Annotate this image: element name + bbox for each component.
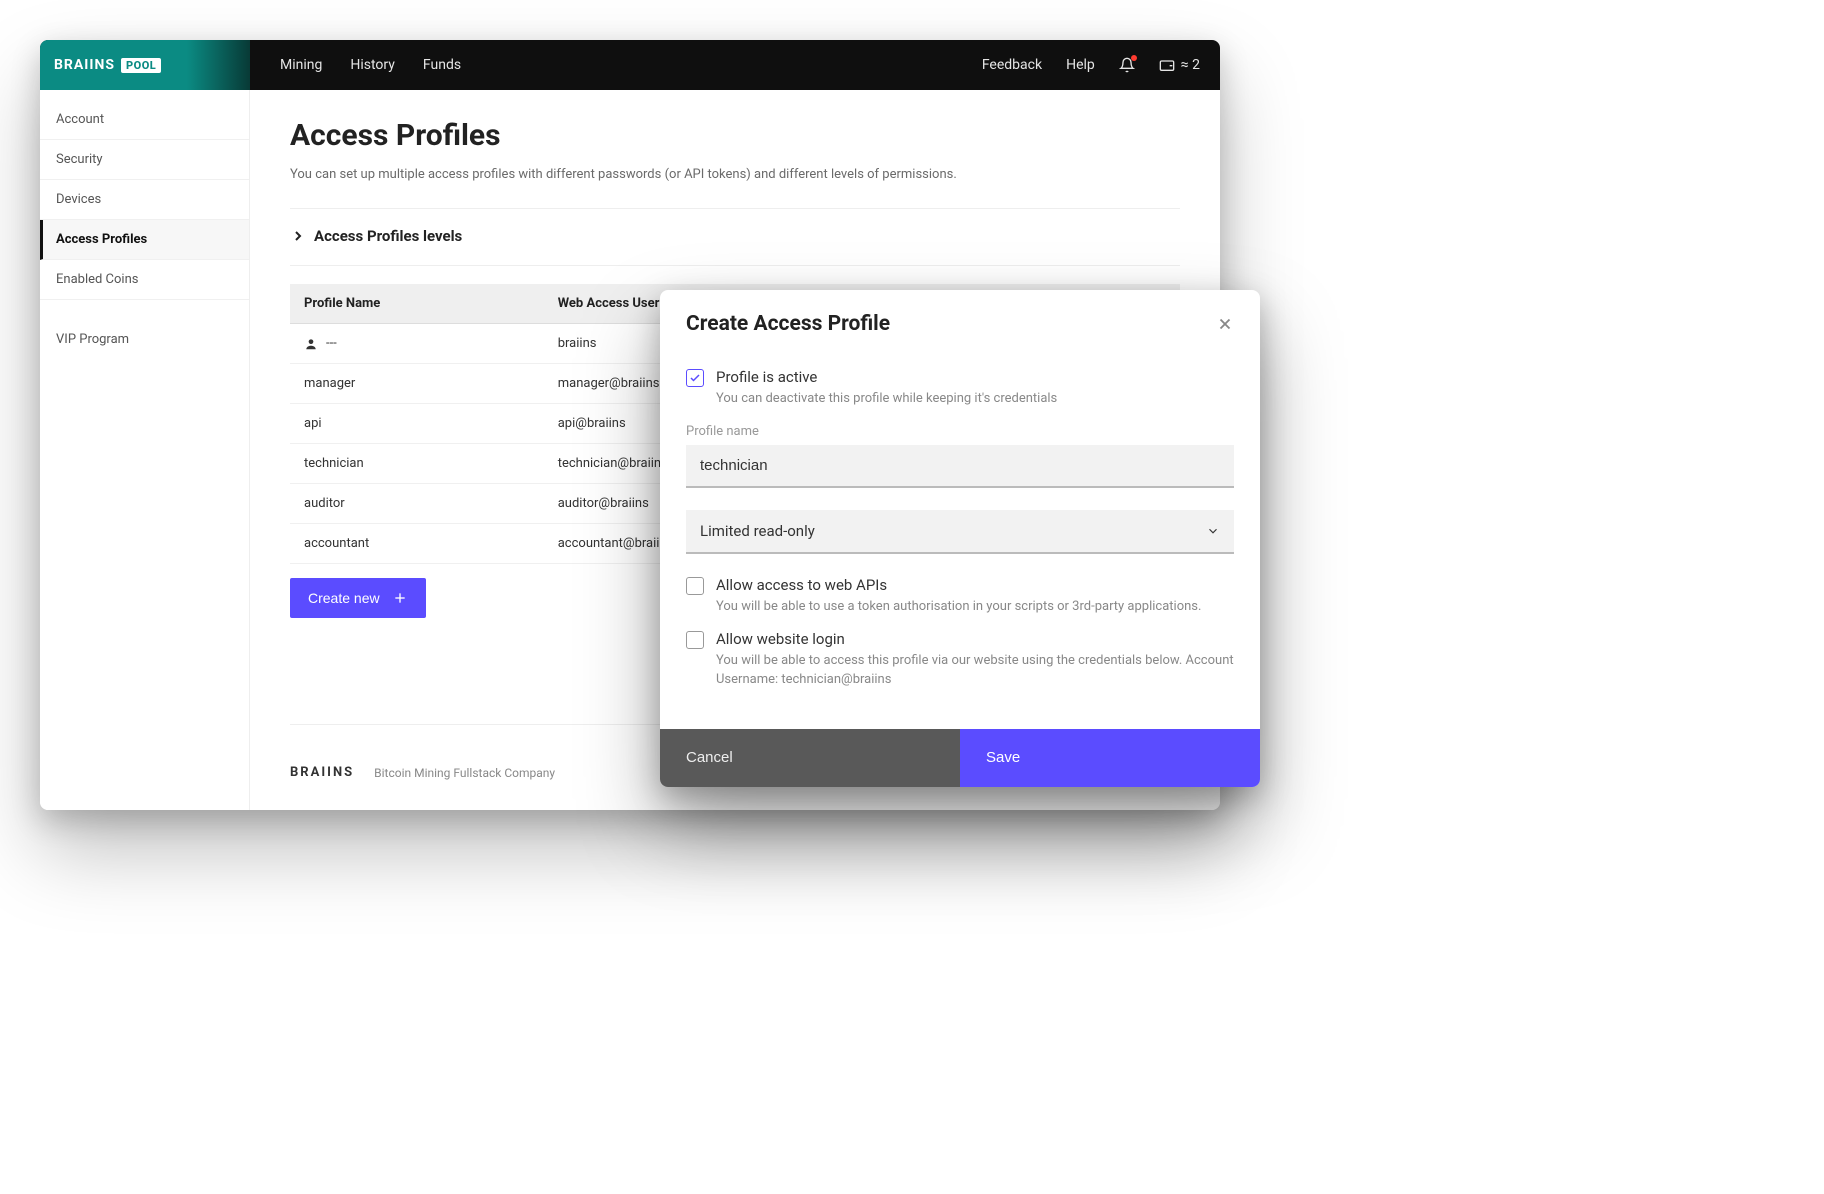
modal-header: Create Access Profile bbox=[660, 290, 1260, 348]
footer-tagline: Bitcoin Mining Fullstack Company bbox=[374, 766, 555, 780]
app-frame: BRAIINS POOL Mining History Funds Feedba… bbox=[40, 40, 1220, 810]
divider bbox=[290, 208, 1180, 209]
cell-profile-name: --- bbox=[290, 324, 544, 364]
divider bbox=[290, 265, 1180, 266]
expander-label: Access Profiles levels bbox=[314, 227, 462, 245]
allow-web-label: Allow website login bbox=[716, 630, 1234, 648]
profile-active-labels: Profile is active You can deactivate thi… bbox=[716, 368, 1057, 408]
allow-api-sub: You will be able to use a token authoris… bbox=[716, 598, 1201, 616]
topbar-right: Feedback Help ≈ 2 bbox=[982, 57, 1200, 73]
allow-web-labels: Allow website login You will be able to … bbox=[716, 630, 1234, 688]
brand-logo[interactable]: BRAIINS POOL bbox=[40, 40, 250, 90]
allow-web-sub: You will be able to access this profile … bbox=[716, 652, 1234, 688]
role-select[interactable]: Limited read-only bbox=[686, 510, 1234, 554]
allow-api-checkbox[interactable] bbox=[686, 577, 704, 595]
profile-active-row: Profile is active You can deactivate thi… bbox=[686, 368, 1234, 408]
notification-dot-icon bbox=[1131, 55, 1137, 61]
cell-profile-name: api bbox=[290, 404, 544, 444]
profile-name-input[interactable] bbox=[686, 445, 1234, 488]
create-new-label: Create new bbox=[308, 590, 380, 606]
balance-display[interactable]: ≈ 2 bbox=[1159, 57, 1200, 73]
notifications-button[interactable] bbox=[1119, 57, 1135, 73]
wallet-icon bbox=[1159, 57, 1175, 73]
profile-name-label: Profile name bbox=[686, 424, 1234, 439]
top-nav: Mining History Funds bbox=[280, 57, 461, 73]
allow-web-row: Allow website login You will be able to … bbox=[686, 630, 1234, 688]
profile-active-label: Profile is active bbox=[716, 368, 1057, 386]
allow-api-labels: Allow access to web APIs You will be abl… bbox=[716, 576, 1201, 616]
help-link[interactable]: Help bbox=[1066, 57, 1095, 73]
sidebar-item-enabled-coins[interactable]: Enabled Coins bbox=[40, 260, 249, 300]
sidebar-item-access-profiles[interactable]: Access Profiles bbox=[40, 220, 249, 260]
profile-active-sub: You can deactivate this profile while ke… bbox=[716, 390, 1057, 408]
cell-profile-name: accountant bbox=[290, 524, 544, 564]
create-new-button[interactable]: Create new bbox=[290, 578, 426, 618]
create-profile-modal: Create Access Profile Profile is active … bbox=[660, 290, 1260, 787]
allow-web-checkbox[interactable] bbox=[686, 631, 704, 649]
brand-name: BRAIINS bbox=[54, 57, 115, 73]
modal-title: Create Access Profile bbox=[686, 312, 890, 336]
nav-mining[interactable]: Mining bbox=[280, 57, 322, 73]
page-subtitle: You can set up multiple access profiles … bbox=[290, 167, 1180, 182]
page-title: Access Profiles bbox=[290, 118, 1180, 153]
chevron-down-icon bbox=[1206, 524, 1220, 538]
sidebar-item-security[interactable]: Security bbox=[40, 140, 249, 180]
save-button[interactable]: Save bbox=[960, 729, 1260, 787]
allow-api-row: Allow access to web APIs You will be abl… bbox=[686, 576, 1234, 616]
nav-funds[interactable]: Funds bbox=[423, 57, 461, 73]
chevron-right-icon bbox=[290, 228, 306, 244]
modal-actions: Cancel Save bbox=[660, 729, 1260, 787]
brand-suffix: POOL bbox=[121, 58, 161, 73]
cell-profile-name: auditor bbox=[290, 484, 544, 524]
allow-api-label: Allow access to web APIs bbox=[716, 576, 1201, 594]
role-value: Limited read-only bbox=[700, 522, 815, 540]
sidebar-item-vip[interactable]: VIP Program bbox=[40, 320, 249, 359]
cell-profile-name: technician bbox=[290, 444, 544, 484]
col-profile-name: Profile Name bbox=[290, 284, 544, 324]
balance-value: ≈ 2 bbox=[1181, 57, 1200, 73]
plus-icon bbox=[392, 590, 408, 606]
footer-brand: BRAIINS bbox=[290, 765, 354, 780]
user-icon bbox=[304, 337, 318, 351]
sidebar: Account Security Devices Access Profiles… bbox=[40, 90, 250, 810]
sidebar-item-devices[interactable]: Devices bbox=[40, 180, 249, 220]
nav-history[interactable]: History bbox=[350, 57, 395, 73]
profile-active-checkbox[interactable] bbox=[686, 369, 704, 387]
close-icon[interactable] bbox=[1216, 315, 1234, 333]
levels-expander[interactable]: Access Profiles levels bbox=[290, 227, 1180, 245]
cancel-button[interactable]: Cancel bbox=[660, 729, 960, 787]
check-icon bbox=[689, 372, 701, 384]
sidebar-item-account[interactable]: Account bbox=[40, 100, 249, 140]
topbar: BRAIINS POOL Mining History Funds Feedba… bbox=[40, 40, 1220, 90]
modal-body: Profile is active You can deactivate thi… bbox=[660, 348, 1260, 729]
cell-profile-name: manager bbox=[290, 364, 544, 404]
feedback-link[interactable]: Feedback bbox=[982, 57, 1042, 73]
